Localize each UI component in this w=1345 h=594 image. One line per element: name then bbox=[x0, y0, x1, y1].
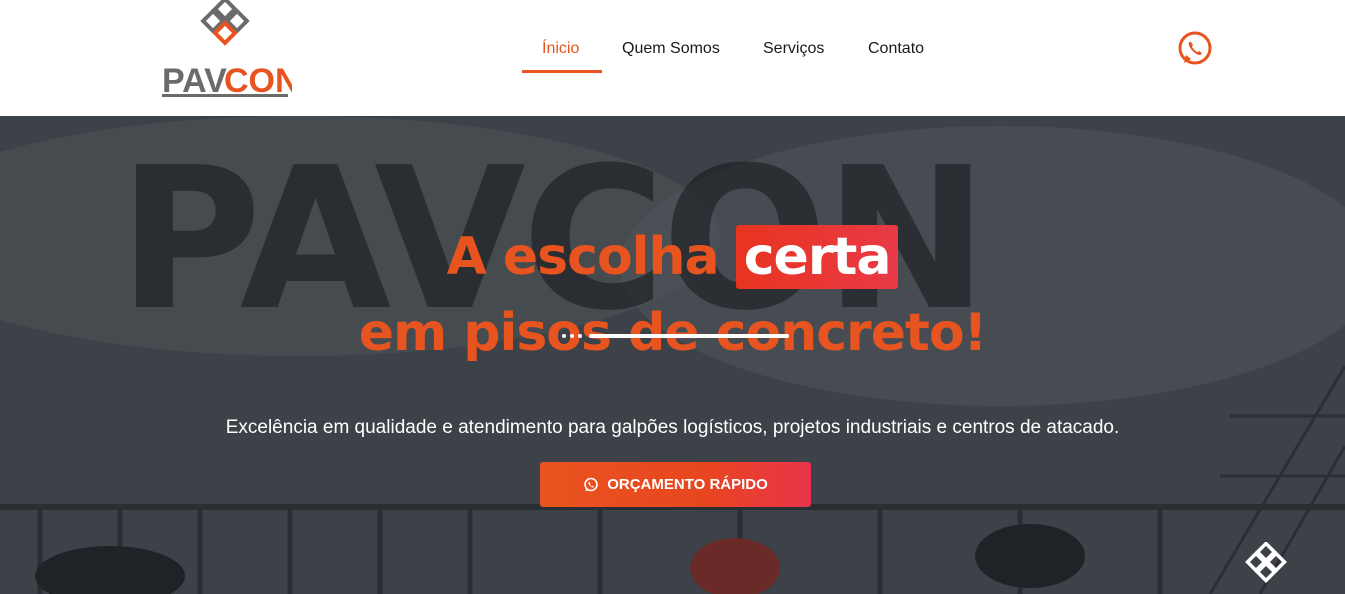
pavcon-logo-mark: PAV CON bbox=[162, 0, 300, 100]
hero-subtitle: Excelência em qualidade e atendimento pa… bbox=[225, 417, 1120, 438]
nav-item-inicio[interactable]: Ínicio bbox=[542, 36, 579, 62]
whatsapp-icon bbox=[583, 477, 599, 493]
pavcon-logo[interactable]: PAV CON bbox=[162, 0, 300, 100]
nav-item-servicos[interactable]: Serviços bbox=[763, 36, 824, 62]
site-header: PAV CON Ínicio Quem Somos Serviços Conta… bbox=[0, 0, 1345, 116]
headline-prefix: A escolha bbox=[446, 226, 720, 287]
nav-item-quem-somos[interactable]: Quem Somos bbox=[622, 36, 720, 62]
quick-quote-button[interactable]: ORÇAMENTO RÁPIDO bbox=[540, 462, 811, 507]
hero-headline: A escolha certa em pisos de concreto! bbox=[0, 219, 1345, 371]
hero-section: PAVCON A escolha certa em pisos de concr… bbox=[0, 116, 1345, 594]
nav-item-contato[interactable]: Contato bbox=[868, 36, 924, 62]
nav-active-underline bbox=[522, 70, 602, 73]
whatsapp-icon[interactable] bbox=[1176, 30, 1214, 68]
pavcon-knot-icon bbox=[1238, 541, 1298, 594]
headline-divider bbox=[562, 333, 792, 339]
headline-highlight: certa bbox=[735, 224, 899, 289]
quick-quote-label: ORÇAMENTO RÁPIDO bbox=[607, 476, 768, 493]
